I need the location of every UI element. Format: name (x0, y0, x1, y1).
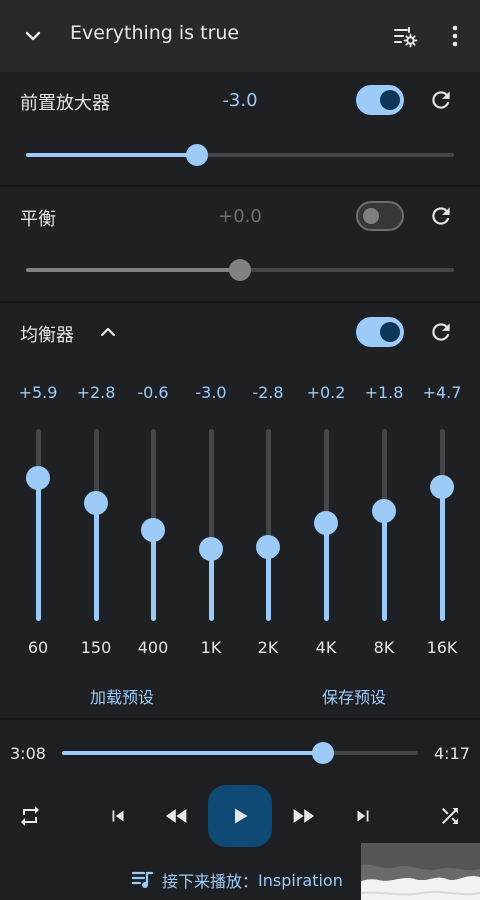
more-options-icon[interactable] (440, 21, 470, 51)
preamp-label: 前置放大器 (20, 93, 110, 114)
eq-band-value: +4.7 (422, 383, 462, 402)
equalizer-reset-icon[interactable] (428, 319, 454, 345)
eq-band-value: +1.8 (364, 383, 404, 402)
balance-section: 平衡 +0.0 (0, 187, 480, 301)
eq-band-thumb[interactable] (199, 537, 223, 561)
eq-band-fill (35, 477, 41, 621)
eq-band-frequency: 2K (257, 638, 279, 657)
eq-band-thumb[interactable] (372, 498, 396, 523)
preamp-reset-icon[interactable] (428, 87, 454, 113)
load-preset-button[interactable]: 加载预设 (90, 684, 154, 708)
balance-slider-fill (26, 268, 240, 272)
elapsed-time: 3:08 (10, 744, 46, 763)
balance-value: +0.0 (218, 206, 262, 227)
eq-band-frequency: 150 (80, 638, 112, 657)
eq-band-thumb[interactable] (84, 490, 108, 515)
up-next-title: Inspiration (258, 870, 343, 890)
eq-band-fill (93, 502, 99, 621)
eq-band-value: +2.8 (76, 383, 116, 402)
preamp-slider-thumb[interactable] (186, 144, 209, 166)
track-title: Everything is true (70, 22, 240, 44)
seek-bar-thumb[interactable] (311, 742, 334, 764)
collapse-equalizer-icon[interactable] (99, 323, 119, 343)
balance-reset-icon[interactable] (428, 203, 454, 229)
skip-next-icon[interactable] (349, 802, 377, 830)
preamp-value: -3.0 (222, 90, 258, 111)
balance-slider-thumb[interactable] (229, 259, 251, 281)
shuffle-icon[interactable] (436, 802, 464, 830)
eq-band-value: -2.8 (252, 383, 284, 402)
total-duration: 4:17 (434, 744, 470, 763)
equalizer-toggle[interactable] (356, 317, 404, 347)
play-button[interactable] (208, 785, 272, 847)
rewind-icon[interactable] (161, 800, 193, 832)
audio-settings-icon[interactable] (390, 21, 420, 51)
eq-band-frequency: 400 (137, 638, 169, 657)
eq-band-fill (439, 487, 445, 621)
eq-band-value: -3.0 (195, 383, 227, 402)
preamp-section: 前置放大器 -3.0 (0, 72, 480, 185)
preamp-slider-fill (26, 153, 198, 157)
eq-band-value: +0.2 (306, 383, 346, 402)
eq-band-thumb[interactable] (141, 517, 165, 542)
play-icon (235, 808, 248, 824)
preamp-toggle[interactable] (356, 85, 404, 115)
eq-band-frequency: 60 (27, 638, 49, 657)
queue-music-icon (132, 871, 154, 888)
balance-label: 平衡 (20, 209, 56, 230)
equalizer-label: 均衡器 (20, 325, 74, 346)
up-next[interactable]: 接下来播放： Inspiration (132, 868, 343, 892)
collapse-chevron-icon[interactable] (18, 21, 48, 51)
eq-band-value: +5.9 (18, 383, 58, 402)
eq-band-frequency: 16K (426, 638, 458, 657)
top-app-bar: Everything is true (0, 0, 480, 72)
repeat-icon[interactable] (16, 802, 44, 830)
eq-band-fill (150, 529, 156, 621)
eq-band-fill (323, 523, 329, 621)
eq-band-frequency: 8K (373, 638, 395, 657)
up-next-prefix: 接下来播放： (162, 872, 259, 891)
fast-forward-icon[interactable] (287, 800, 319, 832)
eq-band-thumb[interactable] (26, 465, 50, 490)
save-preset-button[interactable]: 保存预设 (322, 684, 386, 708)
eq-band-frequency: 1K (200, 638, 222, 657)
skip-previous-icon[interactable] (104, 802, 132, 830)
seek-bar-fill (62, 751, 323, 755)
balance-toggle[interactable] (356, 201, 404, 231)
eq-band-fill (381, 510, 387, 621)
album-art-thumbnail (361, 843, 480, 900)
eq-band-value: -0.6 (137, 383, 169, 402)
eq-band-frequency: 4K (315, 638, 337, 657)
